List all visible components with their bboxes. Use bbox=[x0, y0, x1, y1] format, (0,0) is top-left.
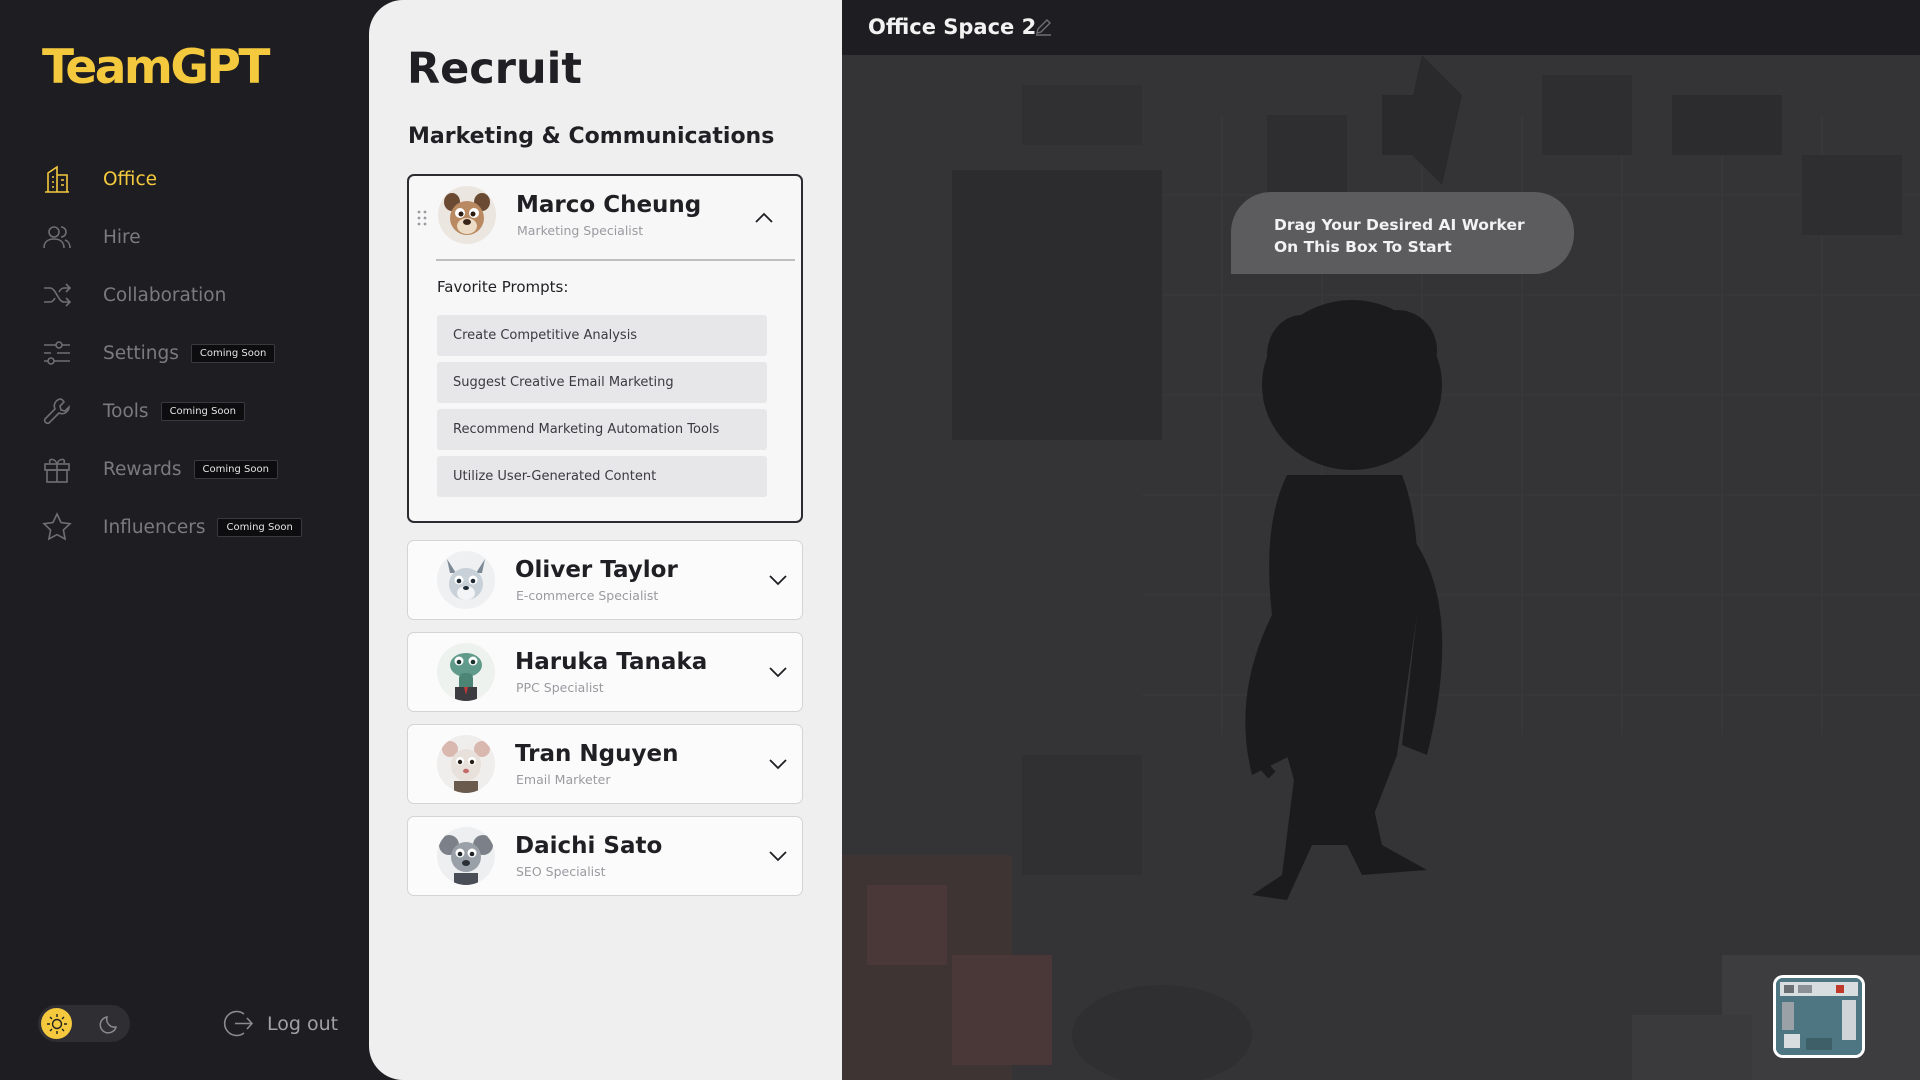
office-header: Office Space 2 bbox=[842, 0, 1920, 55]
pencil-icon[interactable] bbox=[1034, 17, 1053, 36]
avatar bbox=[437, 827, 495, 885]
app-logo: TeamGPT bbox=[42, 40, 270, 95]
coming-soon-badge: Coming Soon bbox=[193, 459, 278, 479]
department-title: Marketing & Communications bbox=[408, 124, 775, 149]
sidebar-item-office[interactable]: Office bbox=[40, 150, 360, 208]
sidebar-item-hire[interactable]: Hire bbox=[40, 208, 360, 266]
moon-icon[interactable] bbox=[96, 1010, 123, 1037]
avatar bbox=[437, 643, 495, 701]
chevron-down-icon[interactable] bbox=[768, 850, 788, 862]
worker-name: Oliver Taylor bbox=[515, 557, 678, 583]
prompt-item[interactable]: Create Competitive Analysis bbox=[437, 315, 767, 356]
sun-icon[interactable] bbox=[41, 1008, 72, 1039]
office-minimap[interactable] bbox=[1773, 975, 1865, 1058]
star-icon bbox=[40, 510, 74, 544]
coming-soon-badge: Coming Soon bbox=[217, 517, 302, 537]
chevron-down-icon[interactable] bbox=[768, 666, 788, 678]
sidebar-item-settings[interactable]: Settings Coming Soon bbox=[40, 324, 360, 382]
worker-name: Haruka Tanaka bbox=[515, 649, 708, 675]
sidebar-item-tools[interactable]: Tools Coming Soon bbox=[40, 382, 360, 440]
gift-icon bbox=[40, 452, 74, 486]
chevron-down-icon[interactable] bbox=[768, 758, 788, 770]
logout-label: Log out bbox=[267, 1012, 339, 1035]
worker-card-tran-nguyen[interactable]: Tran Nguyen Email Marketer bbox=[407, 724, 803, 804]
sidebar-item-label: Rewards bbox=[103, 458, 182, 480]
favorite-prompts-label: Favorite Prompts: bbox=[437, 278, 569, 296]
worker-role: E-commerce Specialist bbox=[516, 588, 659, 603]
worker-role: SEO Specialist bbox=[516, 864, 606, 879]
prompt-item[interactable]: Suggest Creative Email Marketing bbox=[437, 362, 767, 403]
sidebar-item-rewards[interactable]: Rewards Coming Soon bbox=[40, 440, 360, 498]
avatar bbox=[438, 186, 496, 244]
shuffle-icon bbox=[40, 278, 74, 312]
users-icon bbox=[40, 220, 74, 254]
floorplan-icon bbox=[1776, 978, 1862, 1055]
avatar bbox=[437, 735, 495, 793]
avatar bbox=[437, 551, 495, 609]
sidebar-nav: Office Hire Collaboration Settings Comin… bbox=[40, 150, 360, 556]
drop-hint-line-2: On This Box To Start bbox=[1274, 238, 1452, 256]
sidebar-item-influencers[interactable]: Influencers Coming Soon bbox=[40, 498, 360, 556]
worker-name: Marco Cheung bbox=[516, 192, 702, 218]
sidebar-item-label: Office bbox=[103, 168, 158, 190]
coming-soon-badge: Coming Soon bbox=[190, 343, 276, 363]
drag-handle-icon[interactable] bbox=[417, 209, 427, 227]
worker-card-haruka-tanaka[interactable]: Haruka Tanaka PPC Specialist bbox=[407, 632, 803, 712]
prompt-item[interactable]: Utilize User-Generated Content bbox=[437, 456, 767, 497]
office-space: Office Space 2 Drag Your Desired AI Work… bbox=[842, 0, 1920, 1080]
page-title: Recruit bbox=[407, 44, 582, 94]
worker-name: Tran Nguyen bbox=[515, 741, 679, 767]
drop-hint-line-1: Drag Your Desired AI Worker bbox=[1274, 216, 1525, 234]
logout-icon bbox=[223, 1010, 254, 1037]
sidebar-item-label: Influencers bbox=[103, 516, 206, 538]
worker-role: PPC Specialist bbox=[516, 680, 604, 695]
worker-name: Daichi Sato bbox=[515, 833, 663, 859]
sidebar-item-label: Hire bbox=[103, 226, 141, 248]
theme-toggle[interactable] bbox=[38, 1005, 130, 1042]
recruit-panel: Recruit Marketing & Communications Marco… bbox=[369, 0, 842, 1080]
office-title: Office Space 2 bbox=[868, 15, 1037, 39]
divider bbox=[436, 259, 795, 261]
worker-role: Marketing Specialist bbox=[517, 223, 644, 238]
sidebar-item-collaboration[interactable]: Collaboration bbox=[40, 266, 360, 324]
logout-button[interactable]: Log out bbox=[222, 1007, 338, 1040]
sidebar: TeamGPT Office Hire Collaboration Settin… bbox=[0, 0, 369, 1080]
wrench-icon bbox=[40, 394, 74, 428]
worker-role: Email Marketer bbox=[516, 772, 611, 787]
building-icon bbox=[40, 162, 74, 196]
sidebar-item-label: Settings bbox=[103, 342, 179, 364]
sidebar-item-label: Collaboration bbox=[103, 284, 227, 306]
worker-card-marco-cheung[interactable]: Marco Cheung Marketing Specialist Favori… bbox=[407, 174, 803, 523]
prompt-item[interactable]: Recommend Marketing Automation Tools bbox=[437, 409, 767, 450]
chevron-up-icon[interactable] bbox=[754, 212, 774, 224]
chevron-down-icon[interactable] bbox=[768, 574, 788, 586]
sidebar-item-label: Tools bbox=[103, 400, 149, 422]
worker-card-daichi-sato[interactable]: Daichi Sato SEO Specialist bbox=[407, 816, 803, 896]
drop-zone-hint[interactable]: Drag Your Desired AI Worker On This Box … bbox=[1231, 192, 1574, 274]
sliders-icon bbox=[40, 336, 74, 370]
coming-soon-badge: Coming Soon bbox=[160, 401, 245, 421]
worker-card-oliver-taylor[interactable]: Oliver Taylor E-commerce Specialist bbox=[407, 540, 803, 620]
